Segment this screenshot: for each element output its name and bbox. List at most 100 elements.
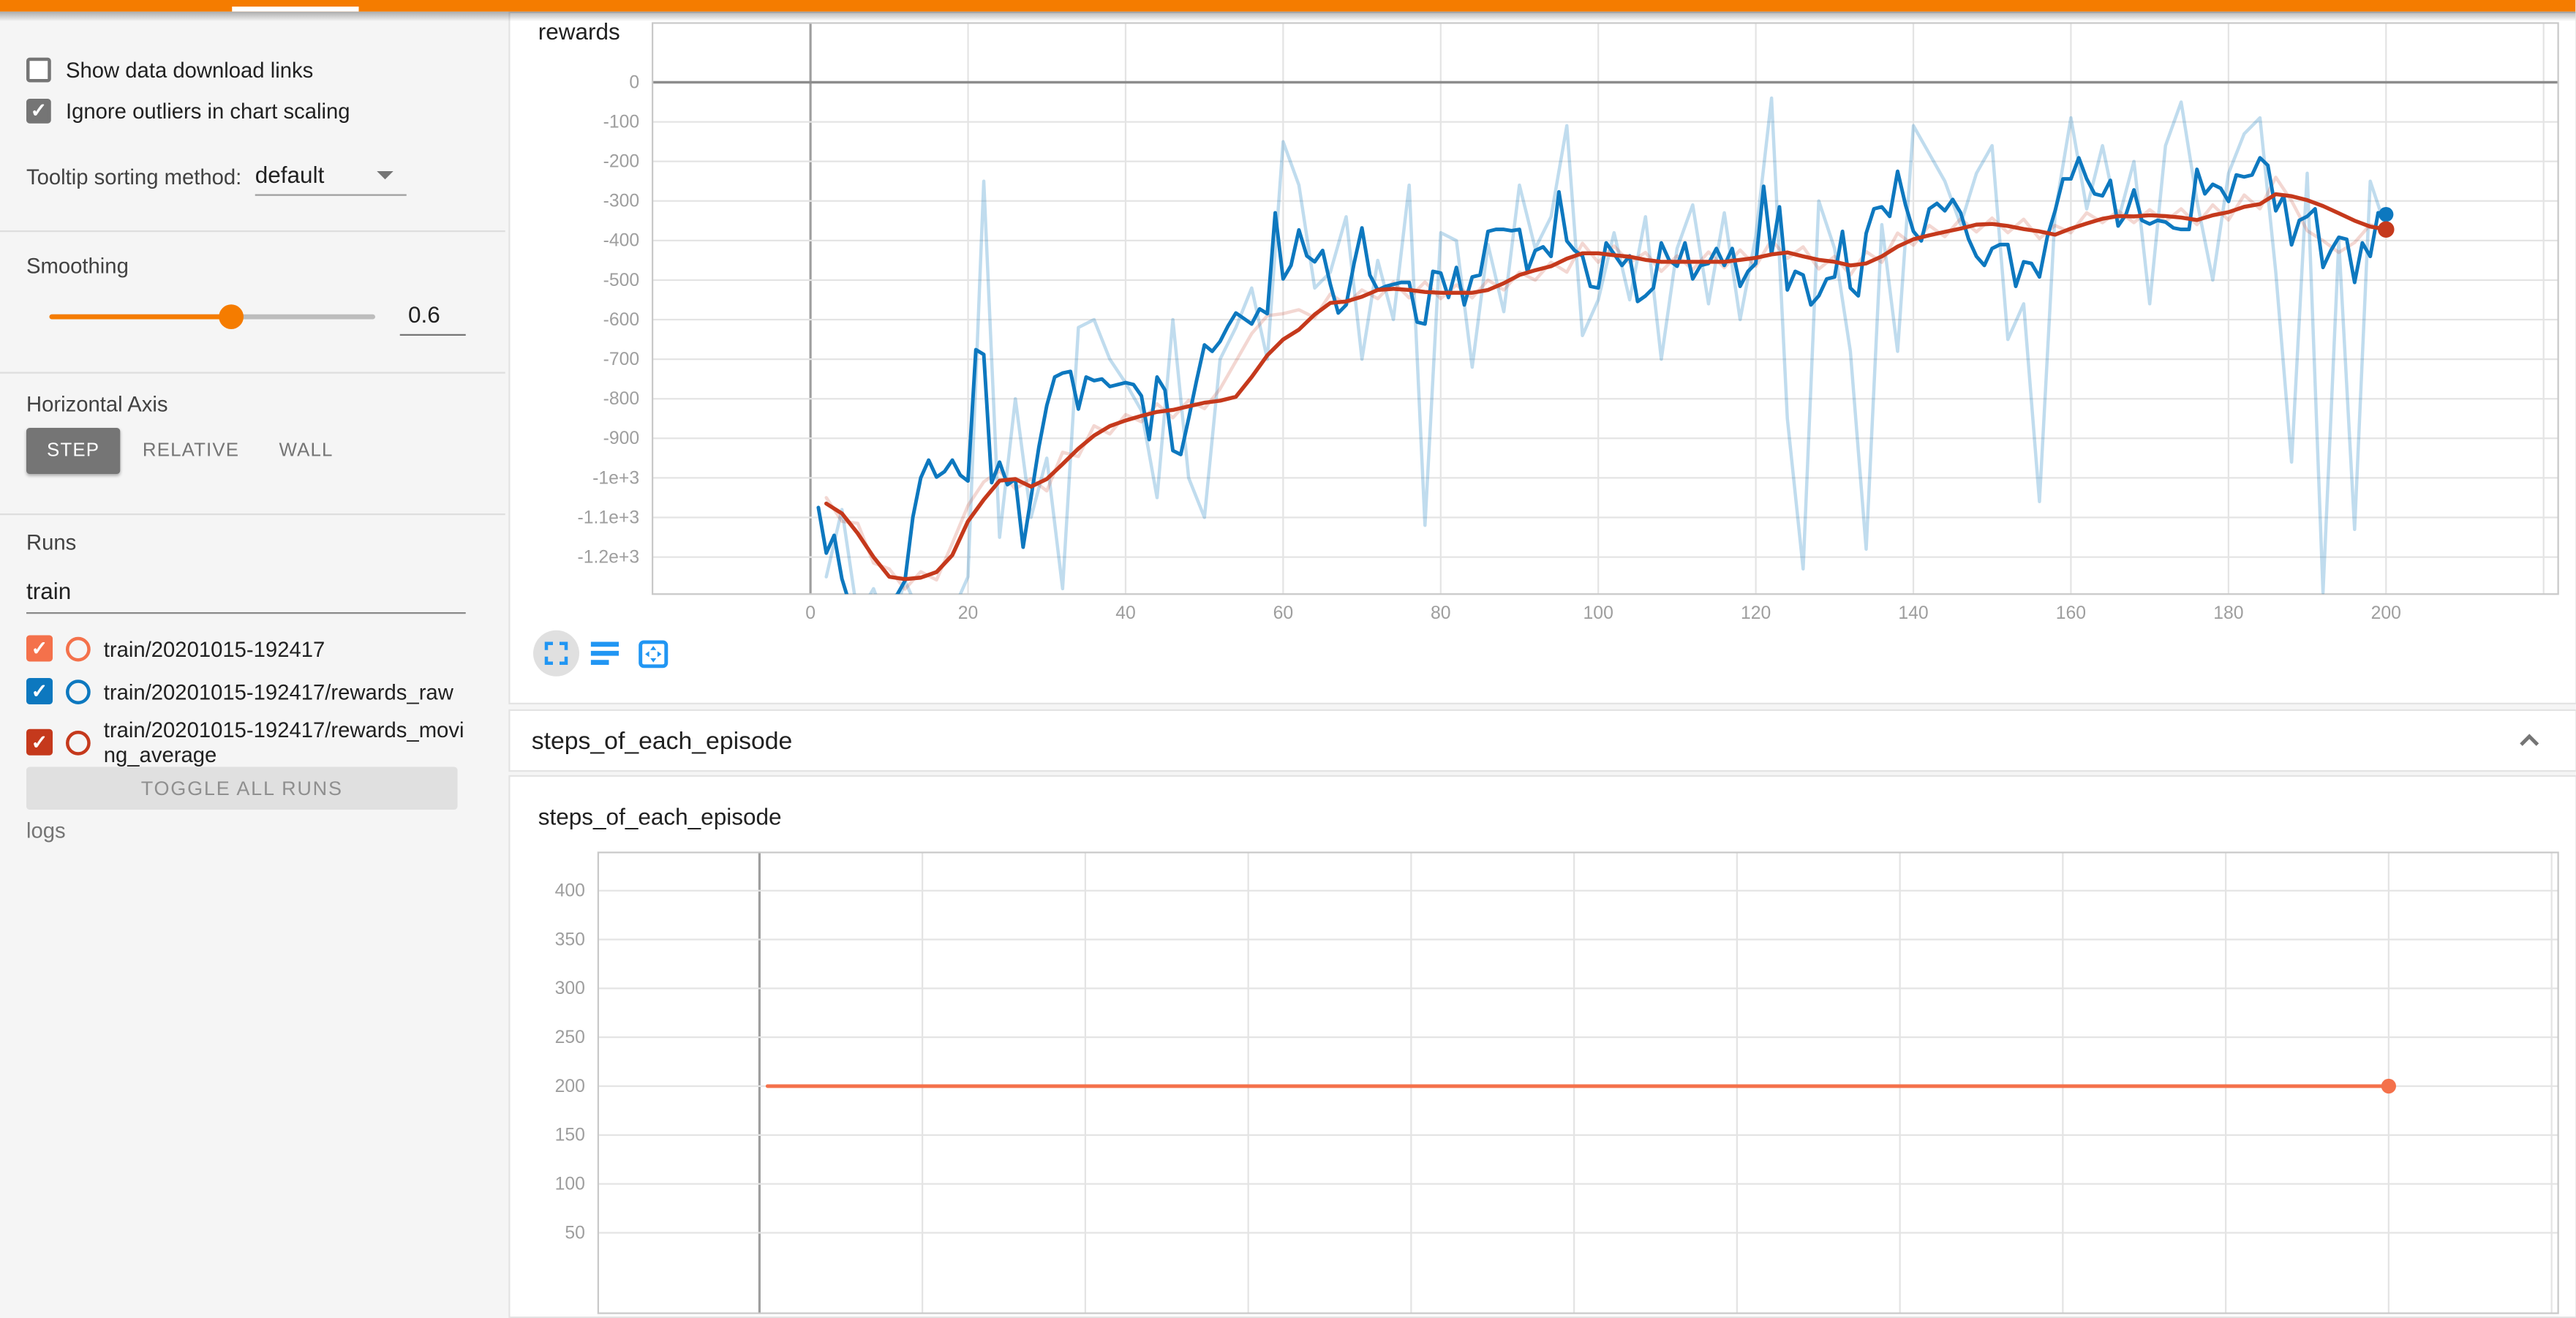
axis-wall-button[interactable]: WALL — [263, 428, 349, 474]
y-tick-label: 100 — [555, 1175, 585, 1194]
show-download-links-row[interactable]: ✓ Show data download links — [26, 58, 487, 83]
x-tick-label: 20 — [958, 603, 979, 623]
plot-border — [652, 23, 2558, 595]
x-tick-label: 160 — [2056, 603, 2086, 623]
tooltip-sorting-label: Tooltip sorting method: — [26, 165, 241, 189]
checkbox-label: Ignore outliers in chart scaling — [66, 99, 350, 124]
rewards_raw_smoothed-line — [818, 158, 2386, 617]
check-icon: ✓ — [31, 682, 48, 701]
rewards_raw-line — [826, 98, 2387, 632]
divider — [0, 230, 505, 232]
steps_of_each_episode-end-dot[interactable] — [2381, 1079, 2396, 1093]
check-icon: ✓ — [31, 100, 48, 120]
show-download-links-checkbox[interactable]: ✓ — [26, 58, 51, 83]
y-tick-label: 50 — [565, 1223, 585, 1243]
runs-filter-underline — [26, 612, 466, 614]
y-tick-label: -700 — [603, 350, 640, 369]
y-tick-label: 0 — [629, 72, 639, 92]
runs-filter-input[interactable]: train — [26, 578, 71, 604]
settings-sidebar: ✓ Show data download links ✓ Ignore outl… — [0, 12, 505, 1314]
tooltip-sorting-select[interactable]: default — [255, 162, 325, 188]
rewards-chart-card: rewards 0204060801001201401601802000-100… — [508, 12, 2576, 704]
y-tick-label: -500 — [603, 271, 640, 290]
smoothing-value[interactable]: 0.6 — [408, 301, 440, 328]
divider — [0, 513, 505, 515]
y-tick-label: -1e+3 — [592, 468, 639, 488]
y-tick-label: -200 — [603, 152, 640, 172]
axis-relative-button[interactable]: RELATIVE — [132, 428, 250, 474]
horizontal-axis-label: Horizontal Axis — [26, 392, 167, 417]
ignore-outliers-row[interactable]: ✓ Ignore outliers in chart scaling — [26, 99, 487, 124]
smoothing-value-underline — [400, 334, 466, 336]
x-tick-label: 80 — [1431, 603, 1451, 623]
expand-chart-button[interactable] — [533, 630, 579, 677]
run-row[interactable]: ✓ train/20201015-192417/rewards_raw — [26, 673, 487, 709]
x-tick-label: 40 — [1115, 603, 1136, 623]
run-radio[interactable] — [66, 636, 91, 661]
toolbar-shadow — [0, 12, 2576, 22]
y-tick-label: 250 — [555, 1028, 585, 1047]
x-tick-label: 0 — [805, 603, 816, 623]
run-checkbox[interactable]: ✓ — [26, 636, 53, 662]
y-tick-label: 350 — [555, 930, 585, 949]
chevron-down-icon[interactable] — [377, 171, 393, 179]
active-tab-indicator — [232, 7, 358, 12]
chart-toolbar — [533, 625, 678, 682]
y-tick-label: -100 — [603, 112, 640, 132]
run-label[interactable]: train/20201015-192417 — [104, 636, 476, 661]
check-icon: ✓ — [31, 732, 48, 752]
runs-label: Runs — [26, 530, 76, 555]
rewards_raw_smoothed-end-dot[interactable] — [2379, 207, 2393, 222]
y-tick-label: -800 — [603, 389, 640, 409]
checkbox-label: Show data download links — [66, 58, 313, 83]
y-tick-label: 300 — [555, 979, 585, 998]
run-radio[interactable] — [66, 730, 91, 755]
select-underline — [255, 195, 407, 196]
y-tick-label: -400 — [603, 231, 640, 251]
run-label[interactable]: train/20201015-192417/rewards_moving_ave… — [104, 718, 476, 767]
y-tick-label: -300 — [603, 192, 640, 211]
x-tick-label: 180 — [2213, 603, 2243, 623]
smoothing-label: Smoothing — [26, 254, 129, 279]
chevron-up-icon[interactable] — [2516, 728, 2542, 754]
y-tick-label: -1.2e+3 — [577, 547, 639, 567]
section-header[interactable]: steps_of_each_episode — [508, 709, 2576, 772]
lines-icon — [590, 640, 618, 666]
rewards_moving_average_raw-line — [826, 177, 2387, 589]
run-radio[interactable] — [66, 679, 91, 704]
steps-chart[interactable]: 400 350 300 250 200 150 100 50 — [511, 777, 2576, 1317]
fit-domain-button[interactable] — [629, 630, 679, 677]
y-tick-label: -600 — [603, 310, 640, 330]
ignore-outliers-checkbox[interactable]: ✓ — [26, 99, 51, 124]
smoothing-slider-active — [50, 315, 232, 319]
toggle-all-runs-button[interactable]: TOGGLE ALL RUNS — [26, 767, 458, 810]
run-checkbox[interactable]: ✓ — [26, 729, 53, 756]
y-tick-label: -1.1e+3 — [577, 508, 639, 527]
x-tick-label: 60 — [1273, 603, 1294, 623]
expand-icon — [543, 640, 570, 666]
logdir-label: logs — [26, 818, 66, 843]
tensorboard-app: ✓ Show data download links ✓ Ignore outl… — [0, 0, 2576, 1314]
section-title: steps_of_each_episode — [532, 726, 2517, 754]
run-row[interactable]: ✓ train/20201015-192417 — [26, 630, 487, 667]
x-tick-label: 100 — [1583, 603, 1613, 623]
check-icon: ✓ — [31, 639, 48, 658]
axis-step-button[interactable]: STEP — [26, 428, 120, 474]
rewards_moving_average_smoothed-end-dot[interactable] — [2378, 221, 2395, 238]
divider — [0, 372, 505, 374]
smoothing-slider-thumb[interactable] — [219, 304, 244, 328]
x-tick-label: 140 — [1898, 603, 1928, 623]
top-toolbar — [0, 0, 2576, 12]
fit-to-data-icon — [639, 639, 669, 667]
y-tick-label: -900 — [603, 429, 640, 448]
y-tick-label: 400 — [555, 881, 585, 901]
y-tick-label: 150 — [555, 1126, 585, 1145]
run-label[interactable]: train/20201015-192417/rewards_raw — [104, 679, 476, 704]
x-tick-label: 120 — [1741, 603, 1771, 623]
rewards-chart[interactable]: 0 20 40 60 80 100 120 140 160 180 200 0 -100 -200 -300… — [511, 13, 2576, 703]
toggle-log-scale-button[interactable] — [579, 630, 629, 677]
x-tick-label: 200 — [2371, 603, 2401, 623]
run-checkbox[interactable]: ✓ — [26, 678, 53, 704]
run-row[interactable]: ✓ train/20201015-192417/rewards_moving_a… — [26, 709, 487, 775]
y-tick-label: 200 — [555, 1077, 585, 1096]
